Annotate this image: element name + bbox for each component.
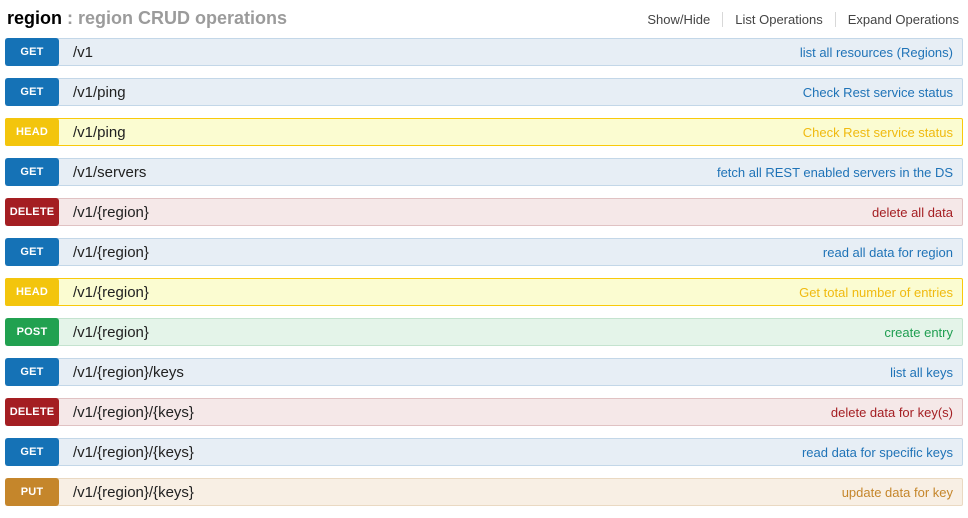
resource-description: region CRUD operations (78, 8, 287, 28)
endpoint-path-link[interactable]: /v1/{region} (73, 204, 149, 221)
operation-summary-link[interactable]: delete data for key(s) (831, 405, 953, 420)
endpoint-path-link[interactable]: /v1/{region} (73, 284, 149, 301)
operation-summary-link[interactable]: read data for specific keys (802, 445, 953, 460)
resource-title: region : region CRUD operations (7, 8, 287, 29)
operation-row-get[interactable]: GET /v1/servers fetch all REST enabled s… (5, 158, 963, 186)
operation-summary-link[interactable]: fetch all REST enabled servers in the DS (717, 165, 953, 180)
operation-summary-link[interactable]: list all resources (Regions) (800, 45, 953, 60)
endpoint-path-link[interactable]: /v1/servers (73, 164, 146, 181)
http-method-badge: POST (5, 318, 59, 346)
operation-row-get[interactable]: GET /v1/{region}/{keys} read data for sp… (5, 438, 963, 466)
operations-list: GET /v1 list all resources (Regions) GET… (5, 38, 963, 506)
http-method-badge: HEAD (5, 118, 59, 146)
http-method-badge: GET (5, 438, 59, 466)
resource-name: region (7, 8, 62, 28)
operation-row-put[interactable]: PUT /v1/{region}/{keys} update data for … (5, 478, 963, 506)
http-method-badge: PUT (5, 478, 59, 506)
http-method-badge: GET (5, 38, 59, 66)
operation-summary-link[interactable]: list all keys (890, 365, 953, 380)
operation-summary-link[interactable]: update data for key (842, 485, 953, 500)
endpoint-path-link[interactable]: /v1/{region} (73, 244, 149, 261)
operation-row-delete[interactable]: DELETE /v1/{region}/{keys} delete data f… (5, 398, 963, 426)
resource-header: region : region CRUD operations Show/Hid… (5, 6, 963, 29)
http-method-badge: DELETE (5, 398, 59, 426)
operation-row-get[interactable]: GET /v1 list all resources (Regions) (5, 38, 963, 66)
http-method-badge: GET (5, 78, 59, 106)
endpoint-path-link[interactable]: /v1 (73, 44, 93, 61)
operation-summary-link[interactable]: Check Rest service status (803, 125, 953, 140)
operation-row-get[interactable]: GET /v1/{region} read all data for regio… (5, 238, 963, 266)
endpoint-path-link[interactable]: /v1/ping (73, 124, 126, 141)
header-link-show-hide[interactable]: Show/Hide (635, 12, 722, 27)
operation-summary-link[interactable]: Check Rest service status (803, 85, 953, 100)
http-method-badge: GET (5, 158, 59, 186)
http-method-badge: GET (5, 238, 59, 266)
operation-summary-link[interactable]: create entry (884, 325, 953, 340)
endpoint-path-link[interactable]: /v1/{region}/{keys} (73, 404, 194, 421)
endpoint-path-link[interactable]: /v1/{region}/{keys} (73, 484, 194, 501)
http-method-badge: DELETE (5, 198, 59, 226)
endpoint-path-link[interactable]: /v1/{region}/keys (73, 364, 184, 381)
api-resource-section: region : region CRUD operations Show/Hid… (0, 0, 968, 506)
operation-row-post[interactable]: POST /v1/{region} create entry (5, 318, 963, 346)
resource-actions: Show/HideList OperationsExpand Operation… (635, 12, 962, 27)
operation-row-get[interactable]: GET /v1/ping Check Rest service status (5, 78, 963, 106)
operation-summary-link[interactable]: read all data for region (823, 245, 953, 260)
header-link-expand-operations[interactable]: Expand Operations (835, 12, 962, 27)
resource-title-separator: : (62, 8, 78, 28)
http-method-badge: HEAD (5, 278, 59, 306)
operation-row-delete[interactable]: DELETE /v1/{region} delete all data (5, 198, 963, 226)
operation-row-get[interactable]: GET /v1/{region}/keys list all keys (5, 358, 963, 386)
header-link-list-operations[interactable]: List Operations (722, 12, 834, 27)
operation-summary-link[interactable]: delete all data (872, 205, 953, 220)
endpoint-path-link[interactable]: /v1/ping (73, 84, 126, 101)
http-method-badge: GET (5, 358, 59, 386)
operation-row-head[interactable]: HEAD /v1/{region} Get total number of en… (5, 278, 963, 306)
operation-summary-link[interactable]: Get total number of entries (799, 285, 953, 300)
endpoint-path-link[interactable]: /v1/{region}/{keys} (73, 444, 194, 461)
endpoint-path-link[interactable]: /v1/{region} (73, 324, 149, 341)
operation-row-head[interactable]: HEAD /v1/ping Check Rest service status (5, 118, 963, 146)
